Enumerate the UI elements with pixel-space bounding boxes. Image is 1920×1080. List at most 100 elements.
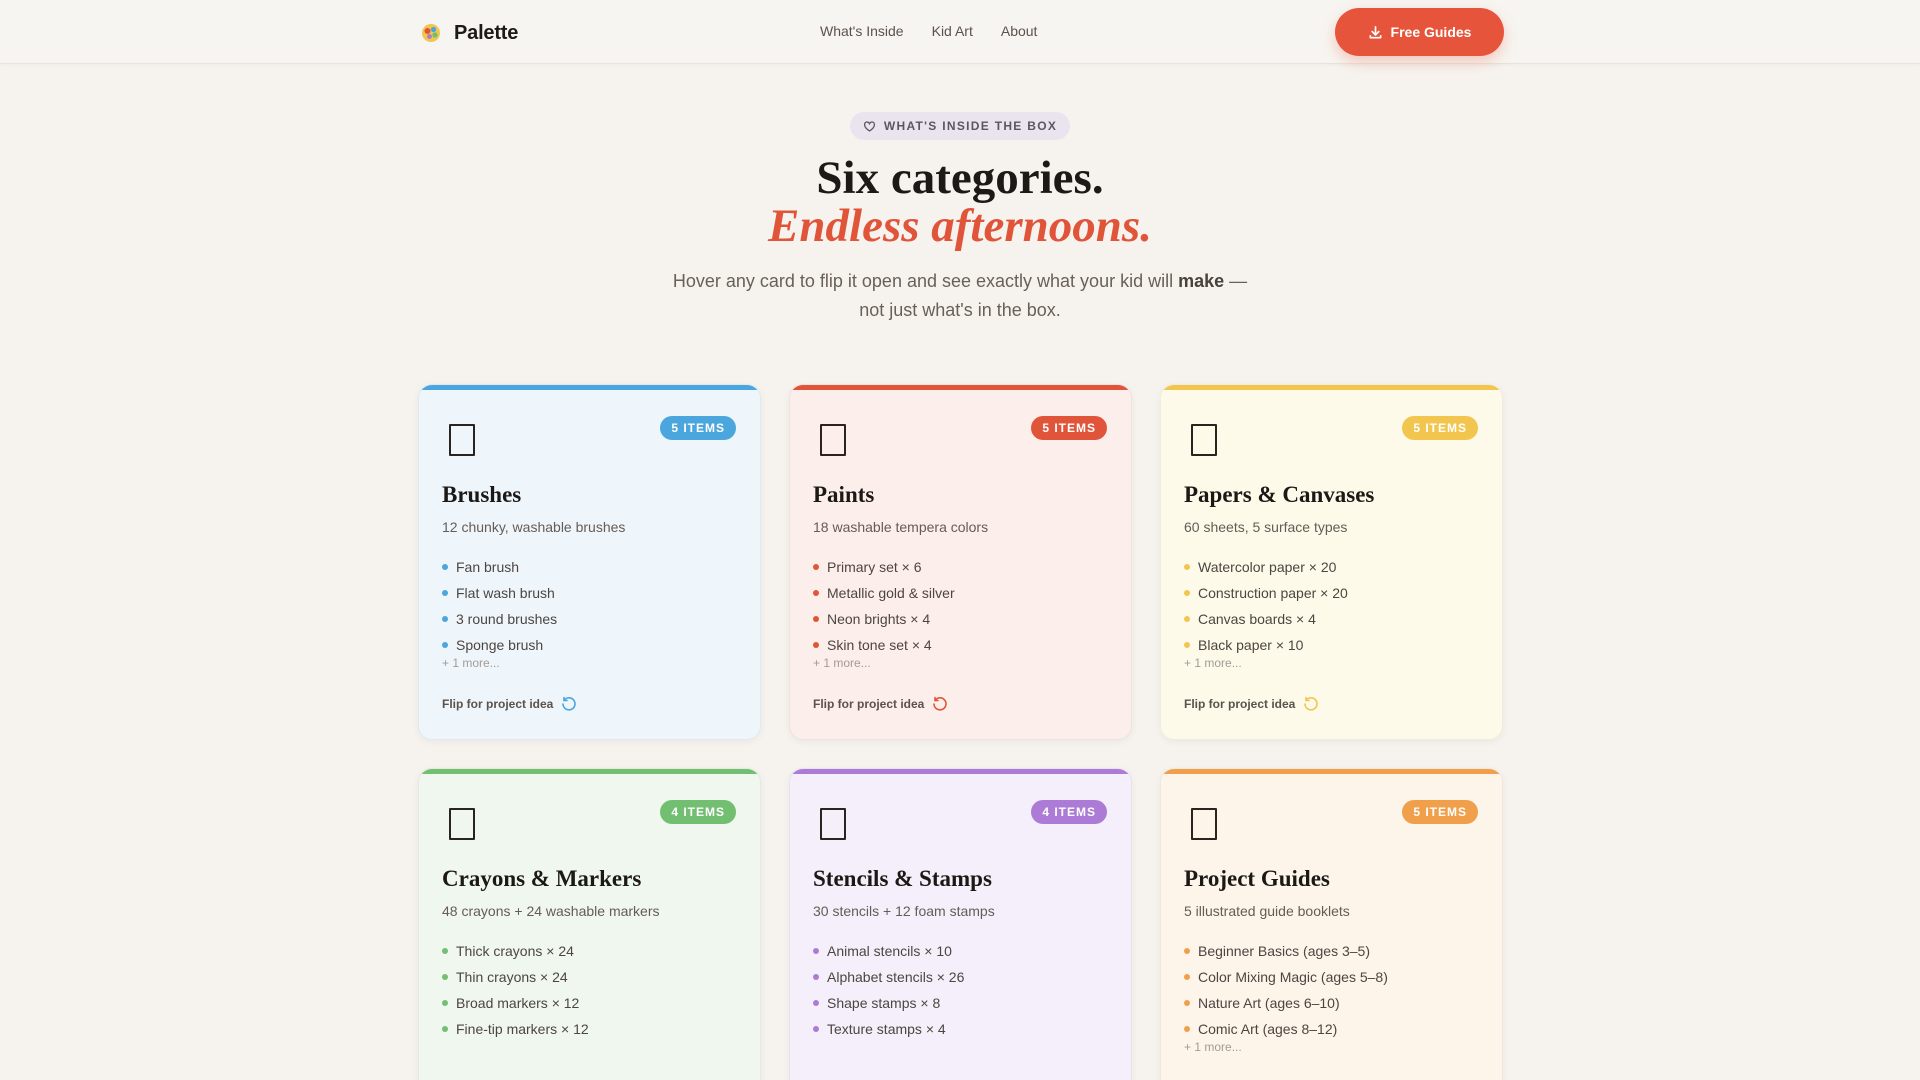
list-item: Color Mixing Magic (ages 5–8) [1184, 964, 1388, 990]
list-item-label: Fan brush [456, 559, 520, 575]
category-card-stencils-stamps[interactable]: 4 ITEMS Stencils & Stamps 30 stencils + … [789, 768, 1132, 1080]
list-item: Broad markers × 12 [442, 990, 589, 1016]
list-item-label: Black paper × 10 [1198, 637, 1304, 653]
bullet-dot [1184, 1026, 1190, 1032]
eyebrow-label: WHAT'S INSIDE THE BOX [883, 119, 1058, 133]
flip-label: Flip for project idea [442, 697, 554, 711]
list-item: Black paper × 10 [1184, 632, 1348, 658]
card-accent-bar [790, 385, 1131, 390]
card-accent-bar [1161, 385, 1502, 390]
card-item-list: Primary set × 6 Metallic gold & silver N… [813, 554, 955, 658]
nav-link-about[interactable]: About [1001, 23, 1038, 39]
card-title: Papers & Canvases [1184, 482, 1375, 507]
list-item-label: Sponge brush [456, 637, 544, 653]
bullet-dot [813, 974, 819, 980]
bullet-dot [442, 1000, 448, 1006]
flip-card-button[interactable]: Flip for project idea [1184, 696, 1319, 712]
card-title: Project Guides [1184, 866, 1330, 891]
palette-logo-icon [422, 24, 440, 42]
bullet-dot [813, 564, 819, 570]
list-item: 3 round brushes [442, 606, 557, 632]
list-item-label: Metallic gold & silver [827, 585, 955, 601]
list-item-label: Flat wash brush [456, 585, 555, 601]
list-item-label: 3 round brushes [456, 611, 558, 627]
bullet-dot [1184, 974, 1190, 980]
bullet-dot [1184, 616, 1190, 622]
list-item-label: Primary set × 6 [827, 559, 922, 575]
list-item: Flat wash brush [442, 580, 557, 606]
list-item: Construction paper × 20 [1184, 580, 1348, 606]
card-placeholder-icon [1191, 424, 1217, 456]
list-item-label: Canvas boards × 4 [1198, 611, 1316, 627]
bullet-dot [813, 642, 819, 648]
bullet-dot [442, 564, 448, 570]
list-item: Comic Art (ages 8–12) [1184, 1016, 1388, 1042]
card-placeholder-icon [449, 424, 475, 456]
list-item: Canvas boards × 4 [1184, 606, 1348, 632]
card-more-items: + 1 more... [442, 656, 500, 670]
bullet-dot [442, 948, 448, 954]
card-title: Paints [813, 482, 875, 507]
flip-card-button[interactable]: Flip for project idea [813, 696, 948, 712]
card-item-count-badge: 4 ITEMS [660, 800, 736, 824]
category-card-paints[interactable]: 5 ITEMS Paints 18 washable tempera color… [789, 384, 1132, 740]
hero-subtitle-pre: Hover any card to flip it open and see e… [672, 271, 1174, 291]
card-description: 12 chunky, washable brushes [442, 519, 626, 535]
card-item-count-badge: 4 ITEMS [1031, 800, 1107, 824]
bullet-dot [1184, 642, 1190, 648]
card-title: Brushes [442, 482, 522, 507]
flip-card-button[interactable]: Flip for project idea [442, 696, 577, 712]
brand-name: Palette [454, 21, 519, 44]
list-item-label: Construction paper × 20 [1198, 585, 1348, 601]
flip-rotate-icon [1304, 696, 1319, 711]
list-item-label: Neon brights × 4 [827, 611, 931, 627]
list-item-label: Broad markers × 12 [456, 995, 580, 1011]
bullet-dot [442, 642, 448, 648]
card-item-count-badge: 5 ITEMS [1402, 800, 1478, 824]
category-card-papers-canvases[interactable]: 5 ITEMS Papers & Canvases 60 sheets, 5 s… [1160, 384, 1503, 740]
nav-link-whats-inside[interactable]: What's Inside [820, 23, 904, 39]
page-title-accent: Endless afternoons. [768, 200, 1152, 252]
hero-subtitle: Hover any card to flip it open and see e… [660, 267, 1260, 325]
list-item-label: Thick crayons × 24 [456, 943, 574, 959]
card-placeholder-icon [449, 808, 475, 840]
card-placeholder-icon [820, 424, 846, 456]
card-accent-bar [419, 769, 760, 774]
bullet-dot [813, 1026, 819, 1032]
bullet-dot [442, 974, 448, 980]
hero-subtitle-bold: make [1178, 271, 1225, 291]
free-guides-label: Free Guides [1390, 24, 1472, 40]
category-card-crayons-markers[interactable]: 4 ITEMS Crayons & Markers 48 crayons + 2… [418, 768, 761, 1080]
card-title: Crayons & Markers [442, 866, 642, 891]
card-item-list: Watercolor paper × 20 Construction paper… [1184, 554, 1348, 658]
list-item: Animal stencils × 10 [813, 938, 964, 964]
list-item-label: Nature Art (ages 6–10) [1198, 995, 1340, 1011]
nav-links: What's Inside Kid Art About [820, 23, 1037, 39]
brand[interactable]: Palette [420, 20, 518, 46]
list-item-label: Alphabet stencils × 26 [827, 969, 965, 985]
list-item: Shape stamps × 8 [813, 990, 964, 1016]
list-item-label: Thin crayons × 24 [456, 969, 568, 985]
page-title: Six categories. [816, 152, 1104, 204]
bullet-dot [813, 590, 819, 596]
flip-label: Flip for project idea [813, 697, 925, 711]
card-item-list: Beginner Basics (ages 3–5) Color Mixing … [1184, 938, 1388, 1042]
card-more-items: + 1 more... [1184, 1040, 1242, 1054]
card-more-items: + 1 more... [1184, 656, 1242, 670]
free-guides-button[interactable]: Free Guides [1335, 8, 1504, 56]
list-item: Sponge brush [442, 632, 557, 658]
list-item: Fan brush [442, 554, 557, 580]
top-nav: Palette What's Inside Kid Art About Free… [0, 0, 1920, 64]
card-description: 30 stencils + 12 foam stamps [813, 903, 995, 919]
flip-rotate-icon [933, 696, 948, 711]
list-item-label: Texture stamps × 4 [827, 1021, 946, 1037]
download-icon [1369, 25, 1382, 38]
list-item: Primary set × 6 [813, 554, 955, 580]
bullet-dot [442, 590, 448, 596]
category-card-brushes[interactable]: 5 ITEMS Brushes 12 chunky, washable brus… [418, 384, 761, 740]
card-item-count-badge: 5 ITEMS [660, 416, 736, 440]
category-card-project-guides[interactable]: 5 ITEMS Project Guides 5 illustrated gui… [1160, 768, 1503, 1080]
card-description: 60 sheets, 5 surface types [1184, 519, 1348, 535]
nav-link-kid-art[interactable]: Kid Art [932, 23, 973, 39]
list-item: Thin crayons × 24 [442, 964, 589, 990]
